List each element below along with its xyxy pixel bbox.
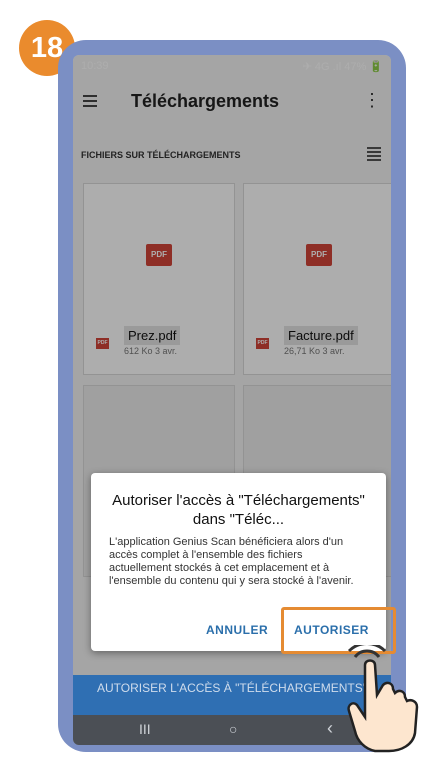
pointing-hand-icon bbox=[347, 645, 419, 753]
dialog-title: Autoriser l'accès à "Téléchargements" da… bbox=[112, 492, 365, 528]
android-nav-bar: III ○ ‹ bbox=[73, 715, 391, 745]
grant-access-button[interactable]: AUTORISER L'ACCÈS À "TÉLÉCHARGEMENTS" bbox=[73, 675, 391, 715]
cancel-button[interactable]: ANNULER bbox=[206, 623, 268, 637]
back-icon[interactable]: ‹ bbox=[327, 718, 333, 739]
dialog-body: L'application Genius Scan bénéficiera al… bbox=[109, 536, 354, 587]
recent-apps-icon[interactable]: III bbox=[139, 721, 151, 737]
grant-access-label: AUTORISER L'ACCÈS À "TÉLÉCHARGEMENTS" bbox=[97, 681, 367, 695]
home-icon[interactable]: ○ bbox=[229, 721, 237, 737]
